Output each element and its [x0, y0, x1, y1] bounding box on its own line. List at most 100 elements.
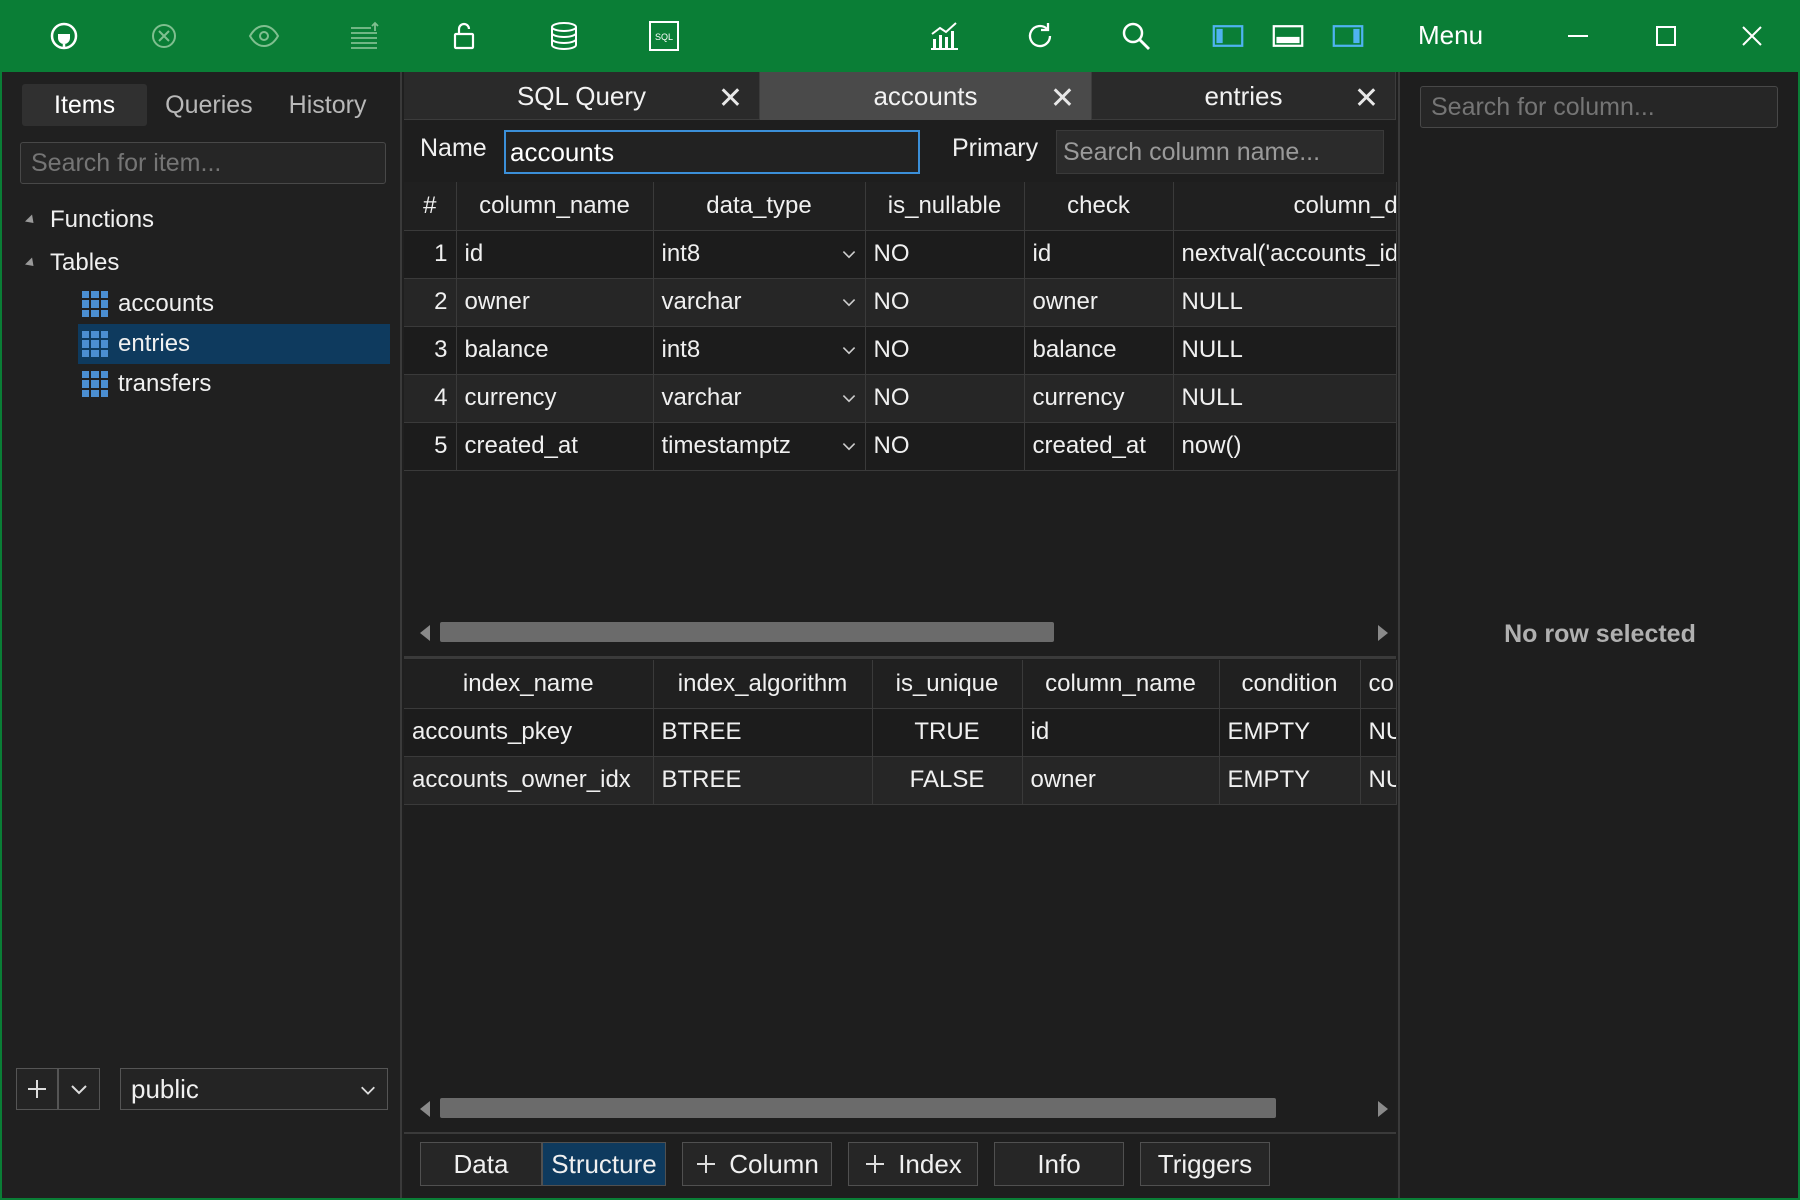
tree-group-tables[interactable]: Tables — [24, 249, 119, 277]
add-item-button[interactable] — [16, 1068, 58, 1110]
scroll-left-icon[interactable] — [420, 1101, 430, 1117]
tree-item-accounts[interactable]: accounts — [78, 284, 390, 324]
tab-items[interactable]: Items — [22, 84, 148, 126]
scroll-right-icon[interactable] — [1378, 1101, 1388, 1117]
column-header[interactable]: column_d — [1173, 182, 1397, 231]
schema-select[interactable]: public — [120, 1068, 388, 1110]
layout-bottom-icon[interactable] — [1266, 14, 1310, 58]
tree-item-transfers[interactable]: transfers — [78, 364, 390, 404]
tab-history[interactable]: History — [271, 84, 385, 126]
scrollbar-thumb[interactable] — [440, 622, 1054, 642]
scrollbar-thumb[interactable] — [440, 1098, 1276, 1118]
maximize-icon[interactable] — [1644, 14, 1688, 58]
tree-item-entries[interactable]: entries — [78, 324, 390, 364]
tab-structure[interactable]: Structure — [542, 1142, 666, 1186]
column-header[interactable]: column_name — [456, 182, 654, 231]
column-header[interactable]: condition — [1219, 660, 1361, 709]
chart-icon[interactable] — [922, 14, 966, 58]
close-tab-icon[interactable]: ✕ — [1354, 81, 1379, 116]
cell-is-nullable[interactable]: NO — [865, 326, 1025, 375]
eye-icon[interactable] — [242, 14, 286, 58]
cell-data-type[interactable]: varchar — [653, 374, 866, 423]
indexes-horizontal-scrollbar[interactable] — [414, 1098, 1394, 1118]
cell-is-nullable[interactable]: NO — [865, 278, 1025, 327]
cell-data-type[interactable]: int8 — [653, 230, 866, 279]
cell-column-name[interactable]: balance — [456, 326, 654, 375]
cell-is-nullable[interactable]: NO — [865, 230, 1025, 279]
column-search-input[interactable] — [1420, 86, 1778, 128]
cell-column-name[interactable]: owner — [456, 278, 654, 327]
cell-data-type[interactable]: timestamptz — [653, 422, 866, 471]
cell-column-name[interactable]: currency — [456, 374, 654, 423]
menu-button[interactable]: Menu — [1418, 20, 1483, 51]
cell-column-name[interactable]: id — [1022, 708, 1220, 757]
sql-icon[interactable]: SQL — [642, 14, 686, 58]
add-item-dropdown-button[interactable] — [58, 1068, 100, 1110]
format-icon[interactable] — [342, 14, 386, 58]
cell-check[interactable]: created_at — [1024, 422, 1174, 471]
cell-column-name[interactable]: created_at — [456, 422, 654, 471]
column-header[interactable]: is_unique — [872, 660, 1023, 709]
tab-triggers[interactable]: Triggers — [1140, 1142, 1270, 1186]
connect-icon[interactable] — [42, 14, 86, 58]
tab-accounts[interactable]: accounts ✕ — [760, 72, 1092, 120]
columns-horizontal-scrollbar[interactable] — [414, 622, 1394, 642]
lock-icon[interactable] — [442, 14, 486, 58]
table-name-input[interactable]: accounts — [504, 130, 920, 174]
primary-column-search[interactable]: Search column name... — [1056, 130, 1384, 174]
column-header[interactable]: # — [404, 182, 457, 231]
cell-is-nullable[interactable]: NO — [865, 422, 1025, 471]
cell-default[interactable]: NULL — [1173, 326, 1397, 375]
item-search-input[interactable] — [20, 142, 386, 184]
cell-data-type[interactable]: varchar — [653, 278, 866, 327]
cell-column-name[interactable]: owner — [1022, 756, 1220, 805]
cell-index-algorithm[interactable]: BTREE — [653, 756, 873, 805]
cell-is-unique[interactable]: TRUE — [872, 708, 1023, 757]
column-header[interactable]: column_name — [1022, 660, 1220, 709]
cell-check[interactable]: id — [1024, 230, 1174, 279]
cell-data-type[interactable]: int8 — [653, 326, 866, 375]
tab-entries[interactable]: entries ✕ — [1092, 72, 1396, 120]
close-window-icon[interactable] — [1730, 14, 1774, 58]
close-tab-icon[interactable]: ✕ — [718, 81, 743, 116]
pane-divider[interactable] — [404, 656, 1396, 659]
table-row[interactable]: 4 currency varchar NO currency NULL — [404, 374, 1397, 423]
cell-column-name[interactable]: id — [456, 230, 654, 279]
tab-data[interactable]: Data — [420, 1142, 542, 1186]
cell-is-nullable[interactable]: NO — [865, 374, 1025, 423]
cell-index-name[interactable]: accounts_pkey — [404, 708, 654, 757]
add-index-button[interactable]: Index — [848, 1142, 978, 1186]
tab-info[interactable]: Info — [994, 1142, 1124, 1186]
cell-default[interactable]: nextval('accounts_id_ — [1173, 230, 1397, 279]
column-header[interactable]: data_type — [653, 182, 866, 231]
tab-queries[interactable]: Queries — [147, 84, 271, 126]
scroll-left-icon[interactable] — [420, 625, 430, 641]
cell-extra[interactable]: NU — [1360, 708, 1397, 757]
scroll-right-icon[interactable] — [1378, 625, 1388, 641]
cell-condition[interactable]: EMPTY — [1219, 756, 1361, 805]
search-icon[interactable] — [1114, 14, 1158, 58]
layout-right-icon[interactable] — [1326, 14, 1370, 58]
tab-sql-query[interactable]: SQL Query ✕ — [404, 72, 760, 120]
cell-index-algorithm[interactable]: BTREE — [653, 708, 873, 757]
table-row[interactable]: 3 balance int8 NO balance NULL — [404, 326, 1397, 375]
cell-extra[interactable]: NU — [1360, 756, 1397, 805]
column-header[interactable]: index_name — [404, 660, 654, 709]
tree-group-functions[interactable]: Functions — [24, 206, 154, 234]
column-header[interactable]: is_nullable — [865, 182, 1025, 231]
refresh-icon[interactable] — [1018, 14, 1062, 58]
column-header[interactable]: check — [1024, 182, 1174, 231]
disconnect-icon[interactable] — [142, 14, 186, 58]
table-row[interactable]: 5 created_at timestamptz NO created_at n… — [404, 422, 1397, 471]
cell-default[interactable]: NULL — [1173, 374, 1397, 423]
table-row[interactable]: accounts_owner_idx BTREE FALSE owner EMP… — [404, 756, 1397, 805]
cell-default[interactable]: now() — [1173, 422, 1397, 471]
column-header[interactable]: co — [1360, 660, 1397, 709]
layout-left-icon[interactable] — [1206, 14, 1250, 58]
table-row[interactable]: accounts_pkey BTREE TRUE id EMPTY NU — [404, 708, 1397, 757]
add-column-button[interactable]: Column — [682, 1142, 832, 1186]
minimize-icon[interactable] — [1556, 14, 1600, 58]
table-row[interactable]: 2 owner varchar NO owner NULL — [404, 278, 1397, 327]
cell-default[interactable]: NULL — [1173, 278, 1397, 327]
table-row[interactable]: 1 id int8 NO id nextval('accounts_id_ — [404, 230, 1397, 279]
